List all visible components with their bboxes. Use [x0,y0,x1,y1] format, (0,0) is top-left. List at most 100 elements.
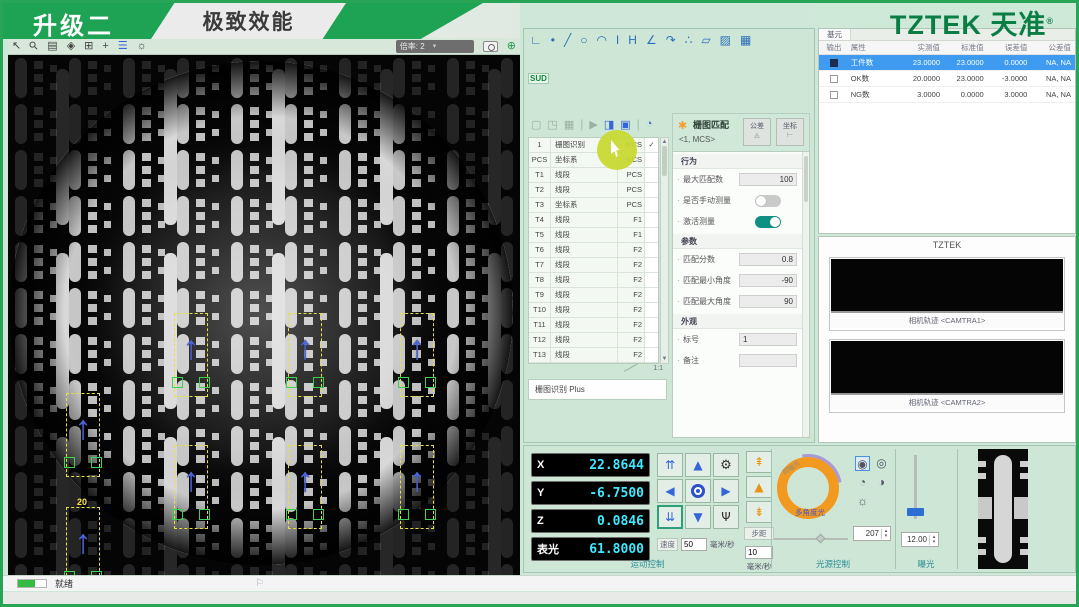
results-row[interactable]: 工件数23.000023.00000.0000NA, NA [819,55,1075,71]
step-row[interactable]: T1线段PCS [529,168,658,183]
row-checkbox[interactable] [819,58,849,67]
light-intensity-slider[interactable] [774,535,848,543]
slider-thumb[interactable] [815,534,825,544]
toggle-switch[interactable] [755,216,781,228]
bulb-icon[interactable]: ☼ [137,40,147,52]
camera-trajectory-1[interactable]: 相机轨迹 <CAMTRA1> [829,257,1065,331]
z-top-button[interactable]: ⇞ [746,451,772,473]
jog-down-fast-button[interactable]: ⇊ [657,505,683,529]
cursor-icon[interactable]: ↖ [12,40,21,52]
open-button[interactable]: ◳ [547,118,557,131]
tolerance-button[interactable]: 公差◬ [743,118,771,146]
jog-down-button[interactable]: ▼ [685,505,711,529]
z-home-button[interactable]: ▲ [746,476,772,498]
field-input[interactable] [739,173,797,186]
pattern-icon[interactable]: ▨ [720,33,731,47]
step-row[interactable]: T7线段F2 [529,258,658,273]
camera-live-view[interactable]: ↑↑20↑↑↑↑↑↑ [8,55,520,575]
step-row[interactable]: T2线段PCS [529,183,658,198]
coordinate-button[interactable]: 坐标⊢ [776,118,804,146]
refresh-button[interactable]: ◔ [646,118,653,130]
bulb-light-icon[interactable]: ☼ [855,494,870,509]
step-row[interactable]: T4线段F1 [529,213,658,228]
jog-up-fast-button[interactable]: ⇈ [657,453,683,477]
crosshair-icon[interactable]: + [102,40,108,52]
toggle-switch[interactable] [755,195,781,207]
field-input[interactable] [739,354,797,367]
steps-scrollbar[interactable]: ▲ ▼ [660,137,669,364]
joystick-icon[interactable]: Ψ [713,505,739,529]
results-row[interactable]: OK数20.000023.0000-3.0000NA, NA [819,71,1075,87]
speed-input[interactable] [681,538,707,551]
row-checkbox[interactable] [819,90,849,99]
quadrant-light-icon[interactable]: ◔ [855,475,870,490]
step-row[interactable]: T6线段F2 [529,243,658,258]
grid-icon[interactable]: ▦ [740,33,751,47]
circle-icon[interactable]: ○ [580,33,587,47]
eraser-icon[interactable]: ▱ [701,33,710,47]
step-row[interactable]: T3坐标系PCS [529,198,658,213]
field-input[interactable] [739,295,797,308]
curve-icon[interactable]: ↷ [666,33,676,47]
exposure-slider-thumb[interactable] [907,508,924,516]
row-checkbox[interactable] [819,74,849,83]
scroll-thumb[interactable] [662,146,667,176]
step-row[interactable]: T12线段F2 [529,333,658,348]
line-icon[interactable]: ╱ [564,33,571,47]
fit-icon[interactable]: ⊞ [84,40,93,52]
settings-scrollbar[interactable] [802,152,809,437]
magnification-select[interactable]: 倍率: 2▾ [396,40,474,53]
jog-up-button[interactable]: ▲ [685,453,711,477]
run-button[interactable]: ▶ [589,118,597,131]
gear-icon[interactable]: ⚙ [713,453,739,477]
light-value-spinner[interactable]: 207 ▴▾ [853,526,891,541]
jog-left-button[interactable]: ◀ [657,479,683,503]
scroll-thumb[interactable] [804,156,808,202]
scroll-up-icon[interactable]: ▲ [661,138,668,146]
distance-icon[interactable]: Ι [616,33,619,47]
camera-trajectory-2[interactable]: 相机轨迹 <CAMTRA2> [829,339,1065,413]
results-row[interactable]: NG数3.00000.00003.0000NA, NA [819,87,1075,103]
zoom-icon[interactable]: ⚲ [27,39,41,53]
z-bottom-button[interactable]: ⇟ [746,501,772,523]
step-row[interactable]: T9线段F2 [529,288,658,303]
step-row[interactable]: T5线段F1 [529,228,658,243]
template-thumbnail [978,449,1028,569]
jog-right-button[interactable]: ▶ [713,479,739,503]
field-input[interactable] [739,253,797,266]
ring-full-light-icon[interactable]: ◉ [855,456,870,471]
step-row[interactable]: 1栅图识别MCS✓ [529,138,658,153]
stop-button[interactable] [685,479,711,503]
snapshot-camera-button[interactable] [483,41,498,52]
spinner-arrows-icon[interactable]: ▴▾ [881,529,890,539]
coordinate-icon[interactable]: ∟ [530,33,542,47]
field-input[interactable] [739,274,797,287]
level-icon[interactable]: ☰ [118,40,128,52]
new-button[interactable]: ▢ [531,118,541,131]
toolbar-separator[interactable]: | [637,117,640,131]
arc-icon[interactable]: ◠ [596,33,606,47]
step-row[interactable]: T8线段F2 [529,273,658,288]
tab-primitives[interactable]: 基元 [819,29,851,40]
step-row[interactable]: T13线段F2 [529,348,658,363]
step-row[interactable]: PCS坐标系MCS [529,153,658,168]
toolbar-separator[interactable]: | [580,117,583,131]
chart-button[interactable]: ▣ [620,118,630,131]
point-icon[interactable]: • [551,33,555,47]
pan-icon[interactable]: ◈ [67,40,75,52]
scroll-down-icon[interactable]: ▼ [661,355,668,363]
image-icon[interactable]: ▤ [47,40,57,52]
save-button[interactable]: ▦ [564,118,574,131]
report-button[interactable]: ◨ [604,118,614,131]
width-icon[interactable]: Η [628,33,637,47]
step-row[interactable]: T11线段F2 [529,318,658,333]
exposure-value-spinner[interactable]: 12.00 ▴▾ [901,532,939,547]
step-row[interactable]: T10线段F2 [529,303,658,318]
globe-button[interactable]: ⊕ [507,41,516,52]
spinner-arrows-icon[interactable]: ▴▾ [929,535,938,545]
angle-icon[interactable]: ∠ [646,33,657,47]
ring-outer-light-icon[interactable]: ◎ [874,456,889,471]
half-light-icon[interactable]: ◑ [874,475,889,490]
field-input[interactable] [739,333,797,346]
scatter-icon[interactable]: ∴ [685,33,693,47]
